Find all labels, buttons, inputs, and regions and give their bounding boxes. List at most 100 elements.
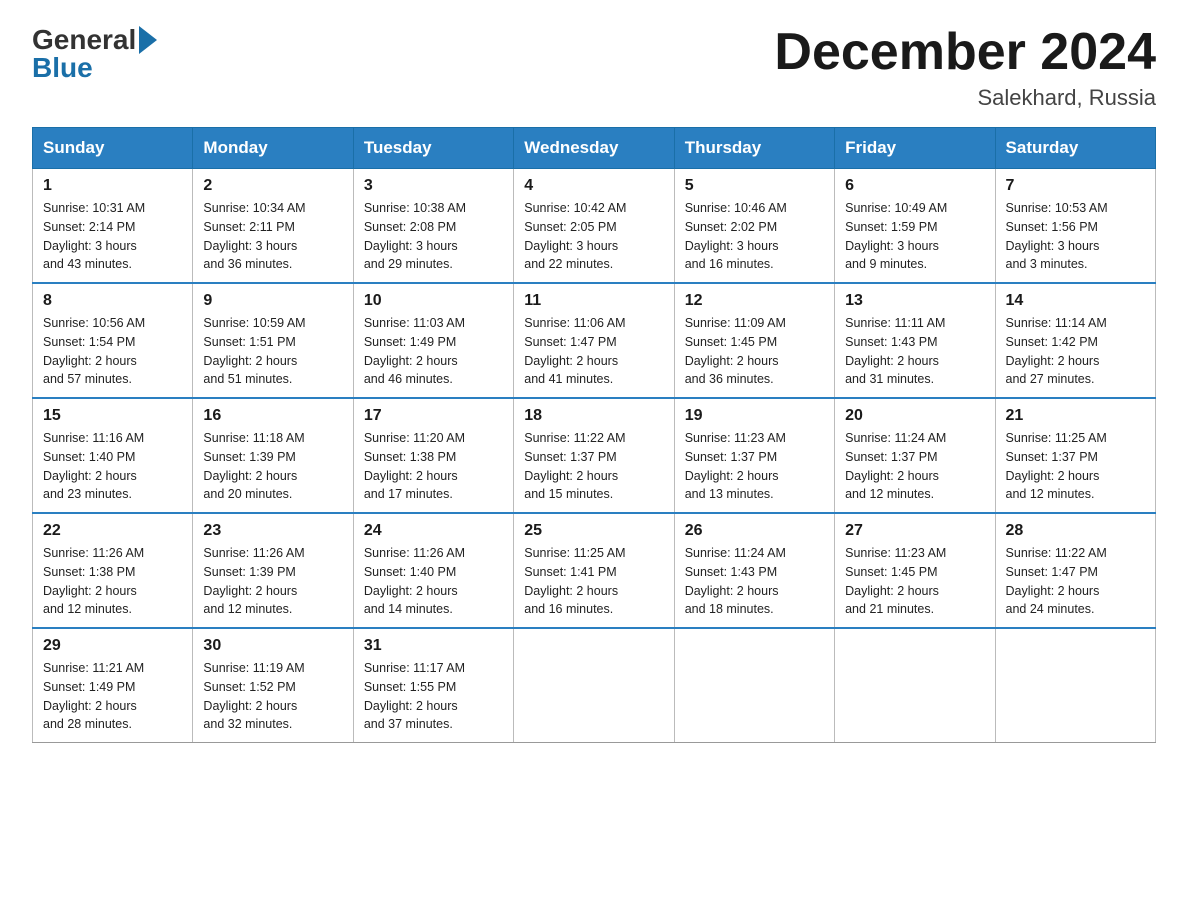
day-number: 19	[685, 407, 824, 425]
table-row	[674, 628, 834, 743]
month-title: December 2024	[774, 24, 1156, 81]
day-number: 24	[364, 522, 503, 540]
table-row: 14 Sunrise: 11:14 AMSunset: 1:42 PMDayli…	[995, 283, 1155, 398]
calendar-week-row: 22 Sunrise: 11:26 AMSunset: 1:38 PMDayli…	[33, 513, 1156, 628]
day-info: Sunrise: 11:26 AMSunset: 1:38 PMDaylight…	[43, 544, 182, 619]
table-row: 25 Sunrise: 11:25 AMSunset: 1:41 PMDayli…	[514, 513, 674, 628]
calendar-week-row: 8 Sunrise: 10:56 AMSunset: 1:54 PMDaylig…	[33, 283, 1156, 398]
day-number: 30	[203, 637, 342, 655]
table-row	[995, 628, 1155, 743]
day-info: Sunrise: 11:22 AMSunset: 1:47 PMDaylight…	[1006, 544, 1145, 619]
day-info: Sunrise: 11:09 AMSunset: 1:45 PMDaylight…	[685, 314, 824, 389]
day-info: Sunrise: 11:25 AMSunset: 1:41 PMDaylight…	[524, 544, 663, 619]
calendar-header-row: Sunday Monday Tuesday Wednesday Thursday…	[33, 128, 1156, 169]
col-monday: Monday	[193, 128, 353, 169]
page-header: General Blue December 2024 Salekhard, Ru…	[32, 24, 1156, 111]
day-number: 16	[203, 407, 342, 425]
table-row: 6 Sunrise: 10:49 AMSunset: 1:59 PMDaylig…	[835, 169, 995, 284]
day-number: 31	[364, 637, 503, 655]
day-number: 15	[43, 407, 182, 425]
day-info: Sunrise: 11:17 AMSunset: 1:55 PMDaylight…	[364, 659, 503, 734]
table-row: 26 Sunrise: 11:24 AMSunset: 1:43 PMDayli…	[674, 513, 834, 628]
day-number: 26	[685, 522, 824, 540]
table-row: 11 Sunrise: 11:06 AMSunset: 1:47 PMDayli…	[514, 283, 674, 398]
logo-arrow-icon	[139, 26, 157, 54]
logo-blue-text: Blue	[32, 52, 93, 84]
table-row: 8 Sunrise: 10:56 AMSunset: 1:54 PMDaylig…	[33, 283, 193, 398]
table-row: 2 Sunrise: 10:34 AMSunset: 2:11 PMDaylig…	[193, 169, 353, 284]
table-row: 4 Sunrise: 10:42 AMSunset: 2:05 PMDaylig…	[514, 169, 674, 284]
day-number: 20	[845, 407, 984, 425]
day-info: Sunrise: 11:03 AMSunset: 1:49 PMDaylight…	[364, 314, 503, 389]
day-info: Sunrise: 10:38 AMSunset: 2:08 PMDaylight…	[364, 199, 503, 274]
day-number: 17	[364, 407, 503, 425]
table-row: 10 Sunrise: 11:03 AMSunset: 1:49 PMDayli…	[353, 283, 513, 398]
day-info: Sunrise: 11:24 AMSunset: 1:43 PMDaylight…	[685, 544, 824, 619]
table-row: 29 Sunrise: 11:21 AMSunset: 1:49 PMDayli…	[33, 628, 193, 743]
table-row: 1 Sunrise: 10:31 AMSunset: 2:14 PMDaylig…	[33, 169, 193, 284]
table-row: 19 Sunrise: 11:23 AMSunset: 1:37 PMDayli…	[674, 398, 834, 513]
day-number: 2	[203, 177, 342, 195]
day-info: Sunrise: 11:26 AMSunset: 1:39 PMDaylight…	[203, 544, 342, 619]
day-number: 27	[845, 522, 984, 540]
col-sunday: Sunday	[33, 128, 193, 169]
day-info: Sunrise: 11:21 AMSunset: 1:49 PMDaylight…	[43, 659, 182, 734]
calendar-table: Sunday Monday Tuesday Wednesday Thursday…	[32, 127, 1156, 743]
table-row: 27 Sunrise: 11:23 AMSunset: 1:45 PMDayli…	[835, 513, 995, 628]
table-row: 23 Sunrise: 11:26 AMSunset: 1:39 PMDayli…	[193, 513, 353, 628]
day-number: 22	[43, 522, 182, 540]
col-tuesday: Tuesday	[353, 128, 513, 169]
day-number: 28	[1006, 522, 1145, 540]
day-number: 8	[43, 292, 182, 310]
day-number: 9	[203, 292, 342, 310]
day-number: 1	[43, 177, 182, 195]
day-number: 3	[364, 177, 503, 195]
day-info: Sunrise: 11:11 AMSunset: 1:43 PMDaylight…	[845, 314, 984, 389]
day-info: Sunrise: 11:14 AMSunset: 1:42 PMDaylight…	[1006, 314, 1145, 389]
calendar-week-row: 29 Sunrise: 11:21 AMSunset: 1:49 PMDayli…	[33, 628, 1156, 743]
day-info: Sunrise: 10:49 AMSunset: 1:59 PMDaylight…	[845, 199, 984, 274]
day-info: Sunrise: 11:22 AMSunset: 1:37 PMDaylight…	[524, 429, 663, 504]
day-number: 21	[1006, 407, 1145, 425]
day-info: Sunrise: 10:46 AMSunset: 2:02 PMDaylight…	[685, 199, 824, 274]
location-label: Salekhard, Russia	[774, 85, 1156, 111]
table-row: 13 Sunrise: 11:11 AMSunset: 1:43 PMDayli…	[835, 283, 995, 398]
day-number: 10	[364, 292, 503, 310]
day-info: Sunrise: 11:23 AMSunset: 1:45 PMDaylight…	[845, 544, 984, 619]
table-row: 24 Sunrise: 11:26 AMSunset: 1:40 PMDayli…	[353, 513, 513, 628]
day-info: Sunrise: 11:25 AMSunset: 1:37 PMDaylight…	[1006, 429, 1145, 504]
day-number: 5	[685, 177, 824, 195]
day-info: Sunrise: 11:26 AMSunset: 1:40 PMDaylight…	[364, 544, 503, 619]
day-number: 25	[524, 522, 663, 540]
table-row: 20 Sunrise: 11:24 AMSunset: 1:37 PMDayli…	[835, 398, 995, 513]
day-info: Sunrise: 11:19 AMSunset: 1:52 PMDaylight…	[203, 659, 342, 734]
table-row: 15 Sunrise: 11:16 AMSunset: 1:40 PMDayli…	[33, 398, 193, 513]
table-row: 28 Sunrise: 11:22 AMSunset: 1:47 PMDayli…	[995, 513, 1155, 628]
logo: General Blue	[32, 24, 157, 84]
table-row: 9 Sunrise: 10:59 AMSunset: 1:51 PMDaylig…	[193, 283, 353, 398]
table-row: 31 Sunrise: 11:17 AMSunset: 1:55 PMDayli…	[353, 628, 513, 743]
day-number: 14	[1006, 292, 1145, 310]
day-info: Sunrise: 10:42 AMSunset: 2:05 PMDaylight…	[524, 199, 663, 274]
day-number: 29	[43, 637, 182, 655]
day-number: 7	[1006, 177, 1145, 195]
table-row: 12 Sunrise: 11:09 AMSunset: 1:45 PMDayli…	[674, 283, 834, 398]
day-number: 18	[524, 407, 663, 425]
day-info: Sunrise: 11:06 AMSunset: 1:47 PMDaylight…	[524, 314, 663, 389]
col-thursday: Thursday	[674, 128, 834, 169]
day-number: 23	[203, 522, 342, 540]
day-info: Sunrise: 11:24 AMSunset: 1:37 PMDaylight…	[845, 429, 984, 504]
day-info: Sunrise: 10:56 AMSunset: 1:54 PMDaylight…	[43, 314, 182, 389]
table-row: 7 Sunrise: 10:53 AMSunset: 1:56 PMDaylig…	[995, 169, 1155, 284]
table-row: 5 Sunrise: 10:46 AMSunset: 2:02 PMDaylig…	[674, 169, 834, 284]
day-number: 13	[845, 292, 984, 310]
calendar-week-row: 1 Sunrise: 10:31 AMSunset: 2:14 PMDaylig…	[33, 169, 1156, 284]
day-info: Sunrise: 11:20 AMSunset: 1:38 PMDaylight…	[364, 429, 503, 504]
calendar-week-row: 15 Sunrise: 11:16 AMSunset: 1:40 PMDayli…	[33, 398, 1156, 513]
table-row: 3 Sunrise: 10:38 AMSunset: 2:08 PMDaylig…	[353, 169, 513, 284]
day-info: Sunrise: 11:16 AMSunset: 1:40 PMDaylight…	[43, 429, 182, 504]
day-info: Sunrise: 10:53 AMSunset: 1:56 PMDaylight…	[1006, 199, 1145, 274]
day-number: 11	[524, 292, 663, 310]
col-friday: Friday	[835, 128, 995, 169]
table-row: 30 Sunrise: 11:19 AMSunset: 1:52 PMDayli…	[193, 628, 353, 743]
